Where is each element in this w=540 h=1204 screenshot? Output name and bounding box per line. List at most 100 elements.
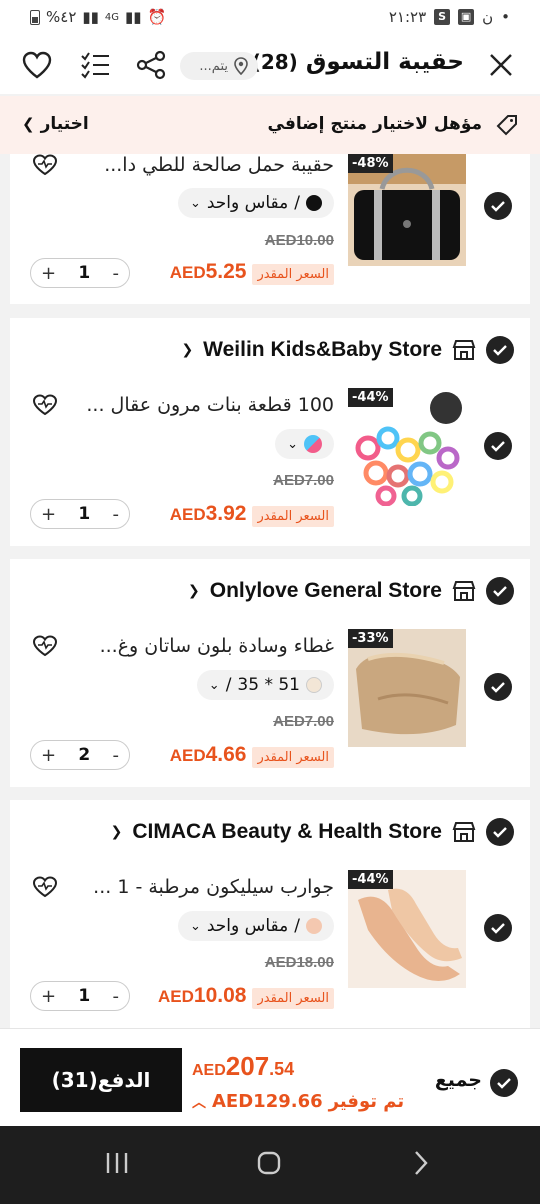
qty-value[interactable]: 1 [78, 504, 90, 524]
share-button[interactable] [134, 48, 168, 82]
product-title[interactable]: جوارب سيليكون مرطبة - 1 ... [54, 876, 334, 898]
product-title[interactable]: 100 قطعة بنات مرون عقال ... [54, 394, 334, 416]
network-type: 4G [104, 11, 120, 23]
wishlist-add-icon[interactable] [32, 635, 58, 657]
checkout-button[interactable]: الدفع(31) [20, 1048, 182, 1112]
variant-selector[interactable]: 35 * 51 / ⌄ [196, 670, 334, 700]
location-icon [234, 57, 248, 75]
qty-decrease-button[interactable]: - [113, 504, 120, 525]
variant-selector[interactable]: / مقاس واحد ⌄ [177, 188, 334, 218]
choose-label: اختيار [40, 114, 89, 134]
qty-decrease-button[interactable]: - [113, 263, 120, 284]
variant-size: 35 * 51 [237, 675, 300, 695]
choose-link[interactable]: ❮ اختيار [22, 114, 89, 134]
price-value: 4.66 [205, 743, 247, 766]
app-s-icon: S [434, 9, 451, 25]
price-currency: AED [169, 263, 206, 282]
chevron-left-icon: ❮ [188, 583, 200, 599]
product-title[interactable]: غطاء وسادة بلون ساتان وغ... [54, 635, 334, 657]
qty-increase-button[interactable]: + [41, 263, 56, 284]
price-row: AED5.25 السعر المقدر [170, 260, 334, 285]
store-checkbox[interactable] [486, 577, 514, 605]
discount-badge: -48% [348, 154, 393, 173]
qty-increase-button[interactable]: + [41, 745, 56, 766]
wishlist-button[interactable] [20, 48, 54, 82]
variant-selector[interactable]: / مقاس واحد ⌄ [177, 911, 334, 941]
store-card: Weilin Kids&Baby Store ❮ -44% 100 قطعة ب… [10, 318, 530, 546]
tag-icon [496, 115, 517, 136]
store-header[interactable]: Weilin Kids&Baby Store ❮ [181, 336, 514, 364]
location-selector[interactable]: يتم... [180, 52, 258, 80]
current-price: AED4.66 [170, 743, 247, 767]
product-image[interactable]: -48% [348, 154, 466, 266]
check-icon [493, 586, 507, 597]
check-icon [493, 827, 507, 838]
product-title[interactable]: حقيبة حمل صالحة للطي دا... [54, 154, 334, 176]
chevron-down-icon: ⌄ [189, 918, 201, 934]
current-price: AED10.08 [158, 984, 246, 1008]
item-checkbox[interactable] [484, 432, 512, 460]
check-icon [491, 682, 505, 693]
color-swatch [304, 435, 322, 453]
chevron-left-icon: ❮ [181, 342, 194, 358]
qty-decrease-button[interactable]: - [113, 745, 120, 766]
store-name: CIMACA Beauty & Health Store [132, 820, 442, 843]
estimated-price-label: السعر المقدر [252, 988, 334, 1009]
store-icon [452, 340, 476, 360]
page-title: حقيبة التسوق (28) [252, 49, 464, 75]
store-checkbox[interactable] [486, 336, 514, 364]
status-right: ٢١:٢٣ S ▣ ن • [389, 8, 510, 26]
qty-value[interactable]: 1 [78, 986, 90, 1006]
product-image[interactable]: -44% [348, 870, 466, 988]
back-icon[interactable] [408, 1150, 434, 1176]
shopping-cart-screen: %٤٢ ▮▮ 4G ▮▮ ⏰ ٢١:٢٣ S ▣ ن • حقيبة التسو… [0, 0, 540, 1204]
battery-icon [30, 9, 40, 25]
chevron-down-icon: ⌄ [287, 436, 298, 452]
original-price: AED18.00 [264, 954, 334, 971]
close-button[interactable] [484, 48, 518, 82]
item-checkbox[interactable] [484, 914, 512, 942]
item-checkbox[interactable] [484, 192, 512, 220]
store-header[interactable]: CIMACA Beauty & Health Store ❮ [111, 818, 514, 846]
qty-increase-button[interactable]: + [41, 504, 56, 525]
store-checkbox[interactable] [486, 818, 514, 846]
quantity-stepper: + 1 - [30, 981, 130, 1011]
select-all-checkbox[interactable] [490, 1069, 518, 1097]
qty-value[interactable]: 1 [78, 263, 90, 283]
estimated-price-label: السعر المقدر [252, 264, 334, 285]
discount-badge: -33% [348, 629, 393, 648]
savings-toggle[interactable]: تم توفير AED129.66 ︿ [192, 1091, 404, 1112]
price-value: 5.25 [205, 260, 247, 283]
price-currency: AED [158, 987, 194, 1006]
wishlist-add-icon[interactable] [32, 154, 58, 176]
variant-size: مقاس واحد [206, 916, 289, 936]
total-price: AED207.54 [192, 1051, 294, 1082]
add-item-banner: مؤهل لاختيار منتج إضافي ❮ اختيار [0, 96, 540, 154]
chevron-down-icon: ⌄ [189, 195, 201, 211]
discount-badge: -44% [348, 870, 393, 889]
wishlist-add-icon[interactable] [32, 876, 58, 898]
total-int: 207 [225, 1051, 270, 1081]
qty-increase-button[interactable]: + [41, 986, 56, 1007]
price-row: AED4.66 السعر المقدر [170, 743, 334, 768]
price-value: 3.92 [205, 502, 247, 525]
product-image[interactable]: -33% [348, 629, 466, 747]
store-header[interactable]: Onlylove General Store ❮ [188, 577, 514, 605]
notification-icon: ن [482, 8, 494, 26]
location-text: يتم... [199, 58, 228, 74]
battery-level: %٤٢ [46, 8, 77, 26]
title-text: حقيبة التسوق [305, 49, 464, 75]
list-button[interactable] [78, 48, 112, 82]
product-image[interactable]: -44% [348, 388, 466, 506]
original-price: AED10.00 [264, 232, 334, 249]
home-icon[interactable] [256, 1150, 282, 1176]
variant-selector[interactable]: ⌄ [275, 429, 334, 459]
qty-decrease-button[interactable]: - [113, 986, 120, 1007]
recent-apps-icon[interactable] [104, 1150, 130, 1176]
color-swatch [306, 677, 322, 693]
item-checkbox[interactable] [484, 673, 512, 701]
qty-value[interactable]: 2 [78, 745, 90, 765]
check-icon [491, 441, 505, 452]
wishlist-add-icon[interactable] [32, 394, 58, 416]
current-price: AED5.25 [170, 260, 247, 284]
